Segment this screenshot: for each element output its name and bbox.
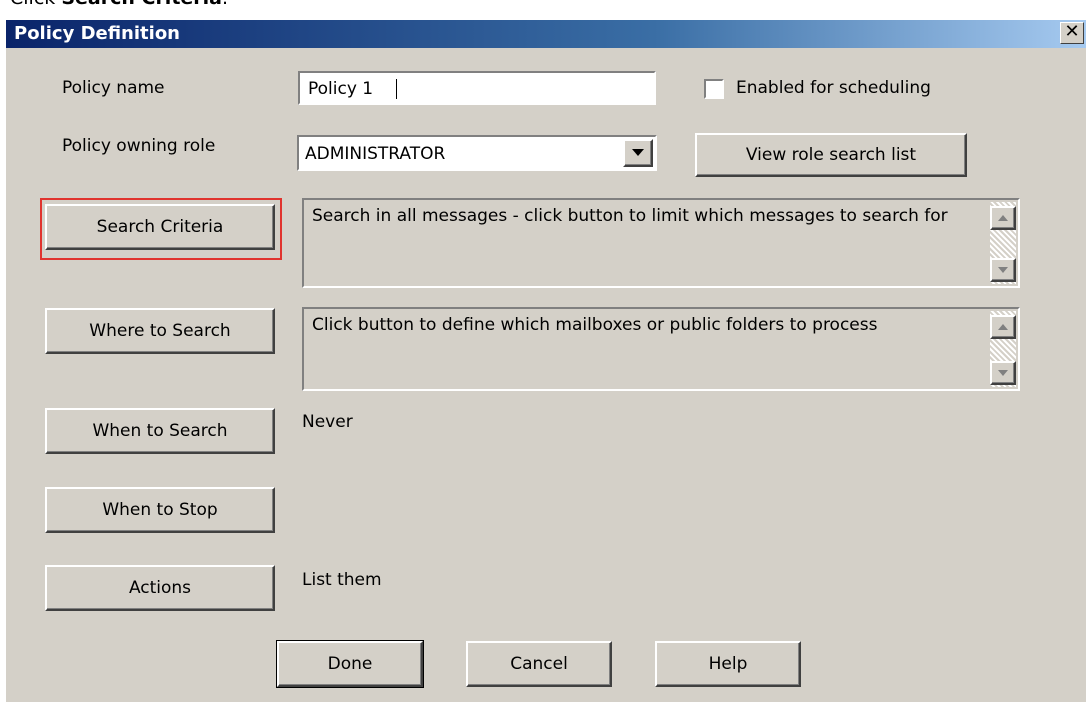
- enabled-for-scheduling-checkbox[interactable]: [704, 79, 724, 99]
- search-criteria-description: Search in all messages - click button to…: [302, 198, 1020, 288]
- dialog-title: Policy Definition: [14, 23, 180, 44]
- actions-button[interactable]: Actions: [45, 565, 275, 611]
- policy-owning-role-label: Policy owning role: [62, 136, 216, 156]
- scrollbar[interactable]: [990, 202, 1016, 284]
- where-to-search-text: Click button to define which mailboxes o…: [312, 315, 878, 335]
- search-criteria-text: Search in all messages - click button to…: [312, 206, 948, 226]
- enabled-for-scheduling-label: Enabled for scheduling: [736, 78, 931, 98]
- caption-prefix: Click: [10, 0, 61, 9]
- chevron-down-icon: [632, 149, 644, 156]
- caption-suffix: .: [222, 0, 228, 9]
- view-role-search-list-button[interactable]: View role search list: [695, 133, 967, 177]
- actions-value: List them: [302, 570, 382, 590]
- policy-name-input[interactable]: Policy 1: [298, 71, 656, 105]
- highlight-box: [40, 198, 282, 260]
- when-to-search-value: Never: [302, 412, 353, 432]
- where-to-search-description: Click button to define which mailboxes o…: [302, 307, 1020, 391]
- scrollbar[interactable]: [990, 311, 1016, 387]
- policy-owning-role-select[interactable]: ADMINISTRATOR: [297, 135, 657, 171]
- scroll-up-button[interactable]: [990, 206, 1016, 230]
- close-icon: ✕: [1064, 21, 1080, 42]
- caption-bold: Search Criteria: [61, 0, 222, 9]
- cancel-button[interactable]: Cancel: [466, 641, 612, 687]
- policy-name-value: Policy 1: [308, 79, 374, 99]
- close-button[interactable]: ✕: [1060, 22, 1084, 44]
- when-to-search-button[interactable]: When to Search: [45, 408, 275, 454]
- scroll-down-button[interactable]: [990, 258, 1016, 282]
- owning-role-value: ADMINISTRATOR: [305, 144, 446, 164]
- done-button[interactable]: Done: [276, 640, 424, 688]
- scroll-down-button[interactable]: [990, 361, 1016, 385]
- arrow-down-icon: [998, 267, 1008, 273]
- text-caret: [396, 79, 397, 99]
- scroll-up-button[interactable]: [990, 315, 1016, 339]
- dropdown-button[interactable]: [623, 139, 653, 167]
- title-bar: Policy Definition: [6, 20, 1086, 48]
- help-button[interactable]: Help: [655, 641, 801, 687]
- when-to-stop-button[interactable]: When to Stop: [45, 487, 275, 533]
- arrow-up-icon: [998, 215, 1008, 221]
- policy-name-label: Policy name: [62, 78, 165, 98]
- arrow-down-icon: [998, 370, 1008, 376]
- instruction-caption: Click Search Criteria.: [10, 0, 228, 9]
- arrow-up-icon: [998, 324, 1008, 330]
- where-to-search-button[interactable]: Where to Search: [45, 308, 275, 354]
